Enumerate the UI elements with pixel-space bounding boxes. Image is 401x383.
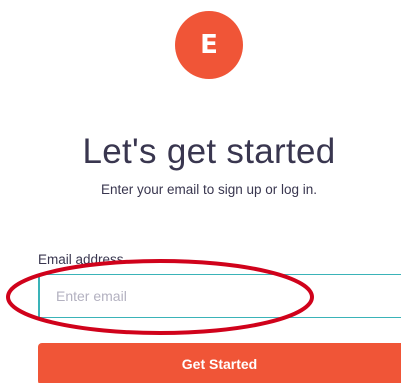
signup-page: E Let's get started Enter your email to …	[0, 0, 401, 383]
brand-logo: E	[175, 11, 243, 79]
get-started-button[interactable]: Get Started	[38, 343, 401, 383]
page-subtitle: Enter your email to sign up or log in.	[100, 182, 318, 197]
brand-logo-letter: E	[200, 30, 218, 60]
get-started-label: Get Started	[181, 356, 258, 372]
page-title: Let's get started	[82, 132, 336, 171]
email-label: Email address	[38, 252, 124, 267]
email-input[interactable]	[38, 274, 401, 318]
